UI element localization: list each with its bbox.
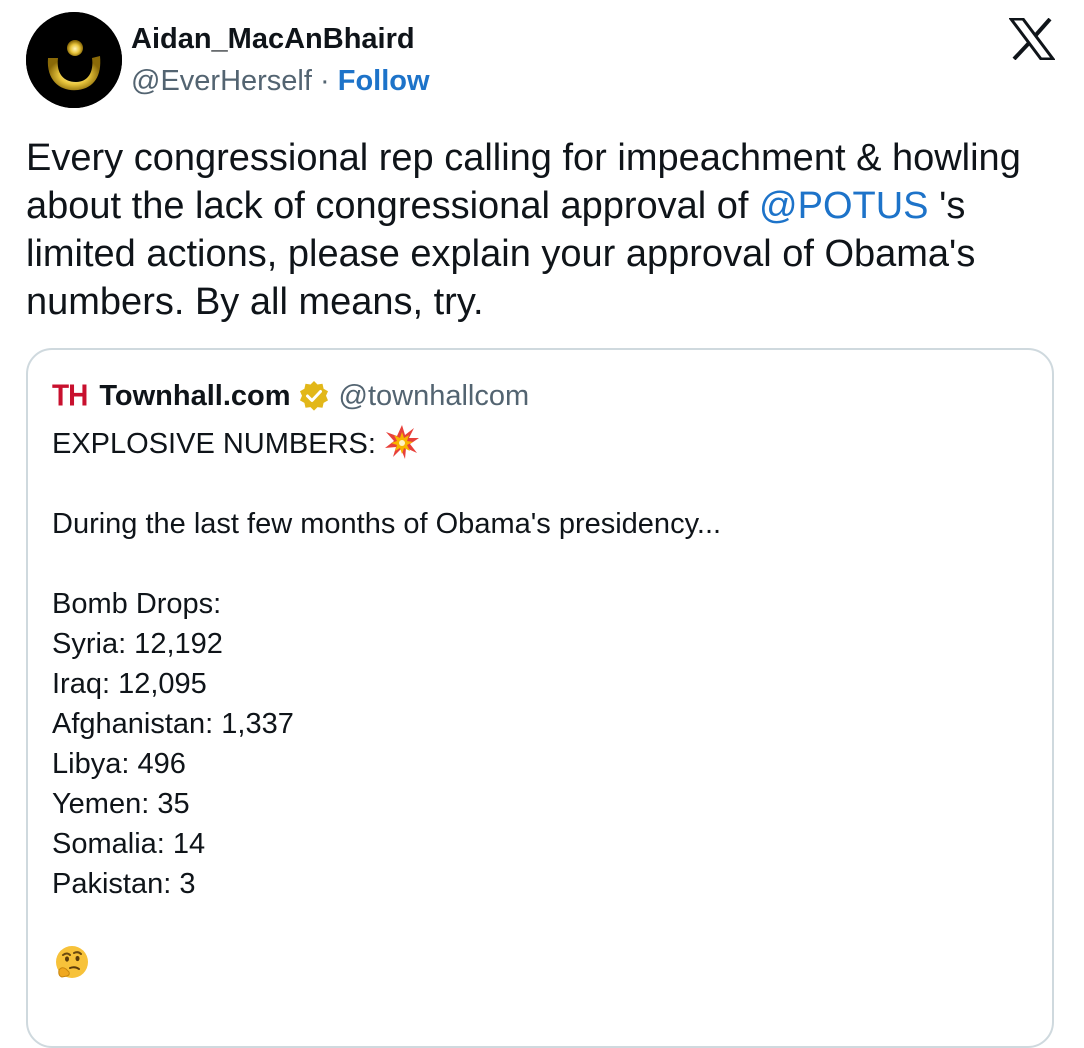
headline-line: EXPLOSIVE NUMBERS:	[52, 424, 721, 464]
quoted-tweet-header: TH Townhall.com @townhallcom	[52, 378, 529, 414]
list-item: Yemen: 35	[52, 788, 190, 820]
quoted-tweet-body: EXPLOSIVE NUMBERS: During the last few m…	[52, 424, 721, 904]
potus-mention-link[interactable]: @POTUS	[759, 185, 928, 227]
list-item: Iraq: 12,095	[52, 668, 207, 700]
follow-button[interactable]: Follow	[338, 65, 430, 97]
collision-emoji-icon	[385, 425, 419, 459]
author-handle-row: @EverHerself · Follow	[131, 64, 430, 98]
gold-verified-badge-icon	[299, 381, 328, 411]
list-item: Somalia: 14	[52, 828, 206, 860]
list-item: Afghanistan: 1,337	[52, 708, 294, 740]
quoted-display-name[interactable]: Townhall.com	[99, 380, 290, 413]
author-handle[interactable]: @EverHerself	[131, 65, 312, 97]
intro-line: During the last few months of Obama's pr…	[52, 508, 722, 540]
list-item: Pakistan: 3	[52, 868, 196, 900]
list-item: Syria: 12,192	[52, 628, 223, 660]
headline-text: EXPLOSIVE NUMBERS:	[52, 428, 376, 460]
separator-dot: ·	[320, 65, 330, 97]
x-logo-icon[interactable]	[1009, 18, 1055, 60]
thinking-face-emoji-icon	[56, 946, 88, 978]
list-item: Libya: 496	[52, 748, 186, 780]
author-display-name[interactable]: Aidan_MacAnBhaird	[131, 22, 415, 56]
quoted-tweet-card[interactable]: TH Townhall.com @townhallcom EXPLOSIVE N…	[26, 348, 1054, 1048]
tweet-text: Every congressional rep calling for impe…	[26, 134, 1066, 326]
quoted-handle[interactable]: @townhallcom	[339, 380, 530, 413]
townhall-logo: TH	[52, 378, 88, 413]
list-title: Bomb Drops:	[52, 588, 222, 620]
gold-nun-symbol-icon	[26, 12, 122, 108]
author-avatar[interactable]	[26, 12, 122, 108]
